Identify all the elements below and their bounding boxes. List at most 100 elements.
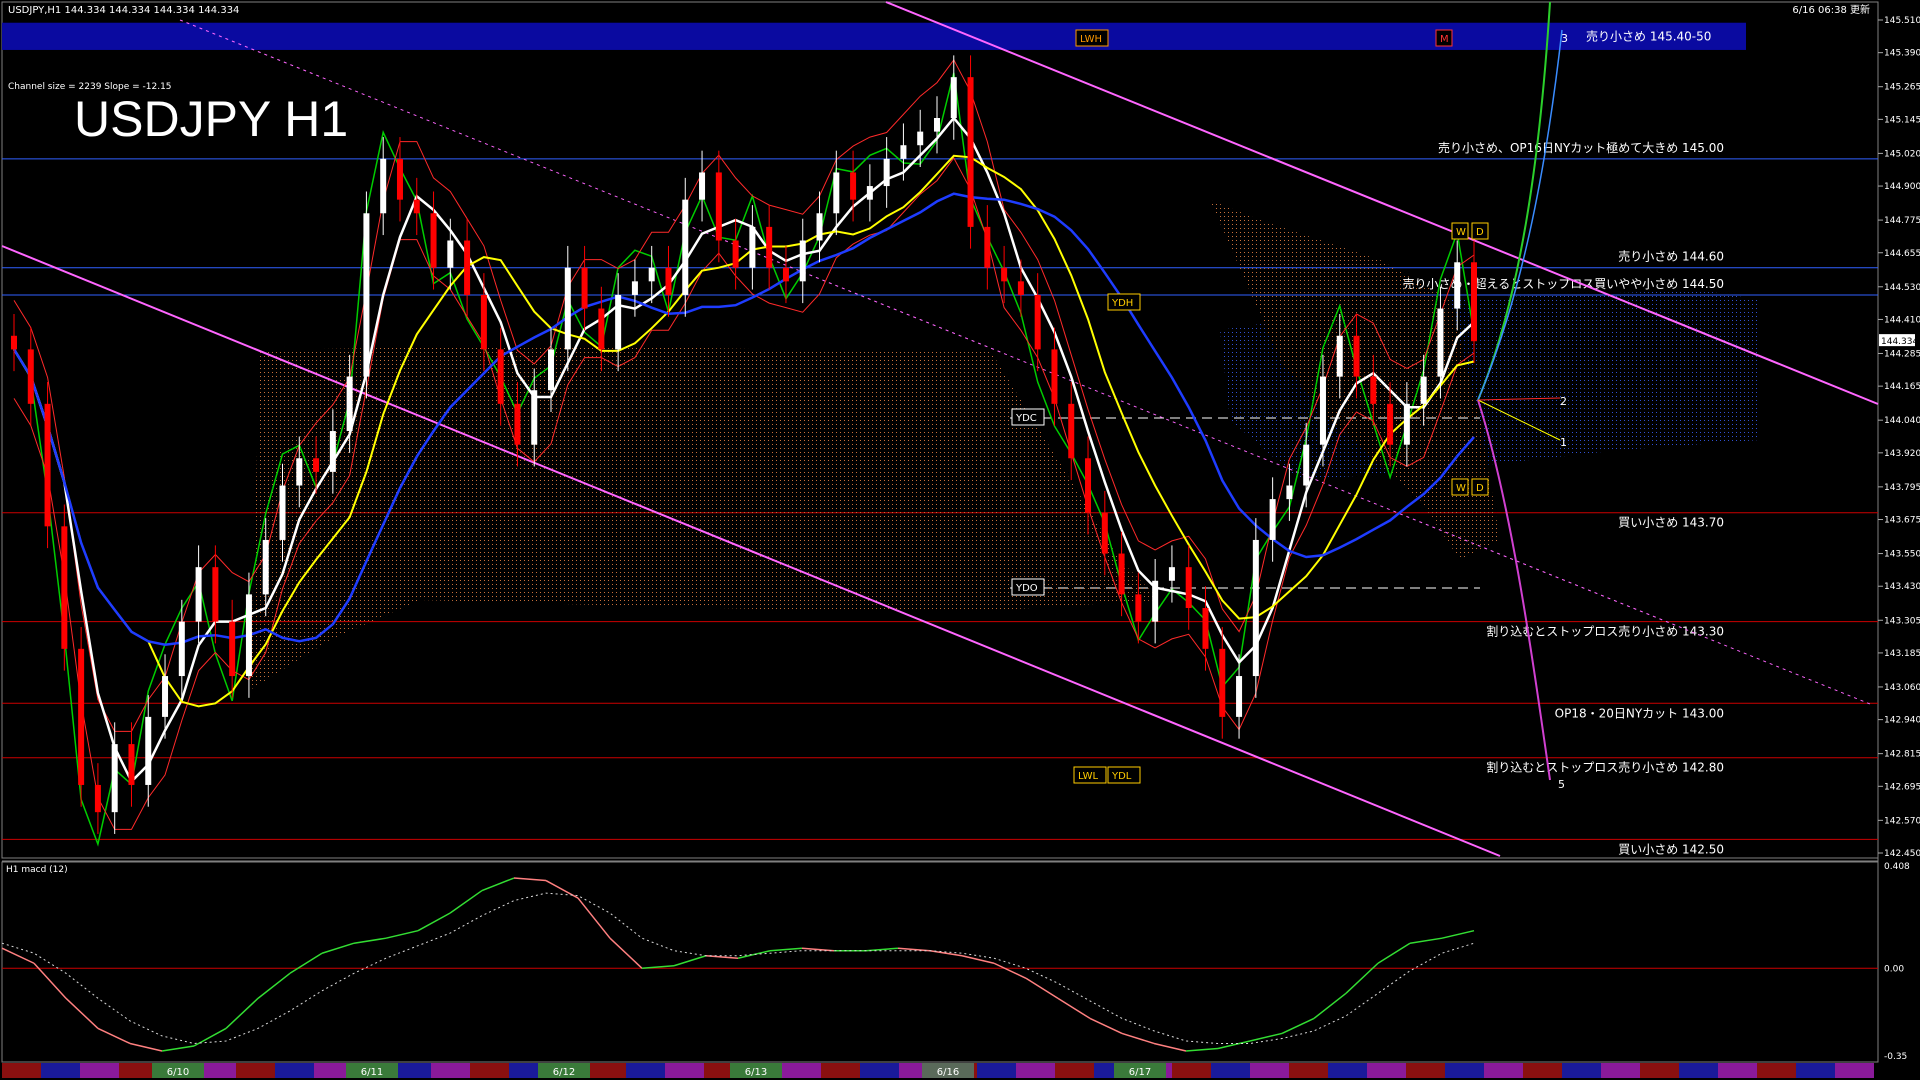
macd-segment (993, 962, 1027, 979)
macd-segment (801, 947, 835, 952)
macd-segment (1025, 977, 1059, 999)
macd-segment (1153, 1042, 1187, 1052)
candle-bull (531, 390, 538, 445)
date-axis-segment (587, 1063, 626, 1078)
candle-bull (145, 716, 152, 785)
candle-bull (1454, 262, 1461, 309)
projection-label: 1 (1560, 436, 1567, 449)
candle-bear (480, 294, 487, 350)
candle-bull (682, 199, 689, 295)
date-axis-segment (665, 1063, 704, 1078)
macd-segment (193, 1027, 227, 1047)
price-tick-label: 144.285 (1884, 349, 1920, 359)
chart-canvas[interactable]: 売り小さめ 145.40-50 売り小さめ、OP16日NYカット極めて大きめ 14… (0, 0, 1920, 1080)
candle-bull (1303, 444, 1310, 486)
candle-bull (950, 77, 957, 118)
candle-bull (615, 294, 622, 350)
candle-bear (11, 335, 17, 350)
price-tick-label: 143.920 (1884, 449, 1920, 459)
candle-bear (1068, 403, 1075, 459)
candle-bull (195, 567, 202, 622)
macd-segment (1441, 929, 1475, 939)
candle-bear (212, 567, 219, 622)
macd-segment (417, 912, 451, 932)
date-axis-segment (1835, 1063, 1874, 1078)
price-tick-label: 142.570 (1884, 816, 1920, 826)
candle-bear (1185, 567, 1192, 608)
macd-segment (609, 937, 643, 969)
candle-bull (245, 594, 252, 677)
timestamp: 6/16 06:38 更新 (1792, 3, 1870, 16)
date-axis-segment (1562, 1063, 1601, 1078)
date-axis-segment (626, 1063, 665, 1078)
marker-label: LWL (1078, 771, 1099, 782)
date-axis-segment (1055, 1063, 1094, 1078)
macd-tick-label: 0.408 (1884, 862, 1910, 872)
candle-bear (1370, 376, 1377, 404)
price-tick-label: 142.940 (1884, 716, 1920, 726)
candle-bear (1085, 458, 1092, 513)
macd-segment (1281, 1017, 1315, 1035)
level-label: 買い小さめ 142.50 (1618, 842, 1724, 856)
candle-bull (1236, 676, 1243, 717)
candle-bull (329, 431, 336, 472)
date-axis-segment (431, 1063, 470, 1078)
candle-bull (631, 281, 638, 295)
candle-bull (816, 213, 823, 241)
date-axis-segment (1757, 1063, 1796, 1078)
candle-bear (229, 621, 236, 677)
resistance-band-zone (2, 22, 1746, 50)
marker-label: W (1456, 483, 1466, 494)
projection-label: 3 (1561, 32, 1568, 45)
candle-bear (313, 458, 320, 472)
candle-bull (749, 226, 756, 268)
candle-bear (413, 199, 420, 214)
candle-bear (61, 526, 68, 649)
marker-label: YDO (1015, 583, 1038, 594)
candle-bull (917, 131, 924, 146)
candle-bull (279, 485, 286, 540)
projection-label: 5 (1558, 778, 1565, 791)
candle-bear (984, 226, 991, 268)
price-tick-label: 144.775 (1884, 216, 1920, 226)
macd-segment (161, 1045, 195, 1052)
macd-segment (1249, 1032, 1283, 1042)
macd-tick-label: 0.00 (1884, 964, 1904, 974)
candle-bear (1101, 512, 1108, 554)
current-price-label: 144.334 (1881, 337, 1918, 347)
macd-frame (1, 861, 1879, 1063)
candle-bear (44, 403, 51, 527)
marker-label: LWH (1080, 34, 1102, 45)
price-tick-label: 143.550 (1884, 550, 1920, 560)
macd-segment (1185, 1047, 1219, 1052)
level-label: 割り込むとストップロス売り小さめ 142.80 (1486, 760, 1724, 775)
date-label: 6/16 (937, 1067, 959, 1078)
macd-segment (545, 879, 579, 899)
date-axis-segment (1484, 1063, 1523, 1078)
candle-bull (111, 744, 118, 813)
candle-bear (497, 349, 504, 404)
macd-segment (961, 955, 995, 964)
candle-bull (1252, 539, 1259, 677)
date-axis-segment (470, 1063, 509, 1078)
macd-segment (225, 997, 259, 1029)
price-tick-label: 143.305 (1884, 616, 1920, 626)
price-tick-label: 143.430 (1884, 582, 1920, 592)
price-tick-label: 145.145 (1884, 115, 1920, 125)
macd-tick-label: -0.35 (1884, 1052, 1907, 1062)
candle-bear (1219, 648, 1226, 717)
candle-bull (346, 376, 353, 432)
marker-label: M (1440, 34, 1449, 45)
candle-bull (933, 118, 940, 132)
candle-bear (396, 158, 403, 200)
date-axis-segment (1367, 1063, 1406, 1078)
date-axis-segment (1796, 1063, 1835, 1078)
candle-bear (732, 240, 739, 268)
candle-bear (1051, 349, 1058, 404)
candle-bear (94, 784, 101, 813)
macd-segment (1217, 1040, 1251, 1050)
candle-bear (78, 648, 85, 785)
date-axis-segment (782, 1063, 821, 1078)
macd-segment (65, 997, 99, 1029)
macd-segment (353, 937, 387, 944)
